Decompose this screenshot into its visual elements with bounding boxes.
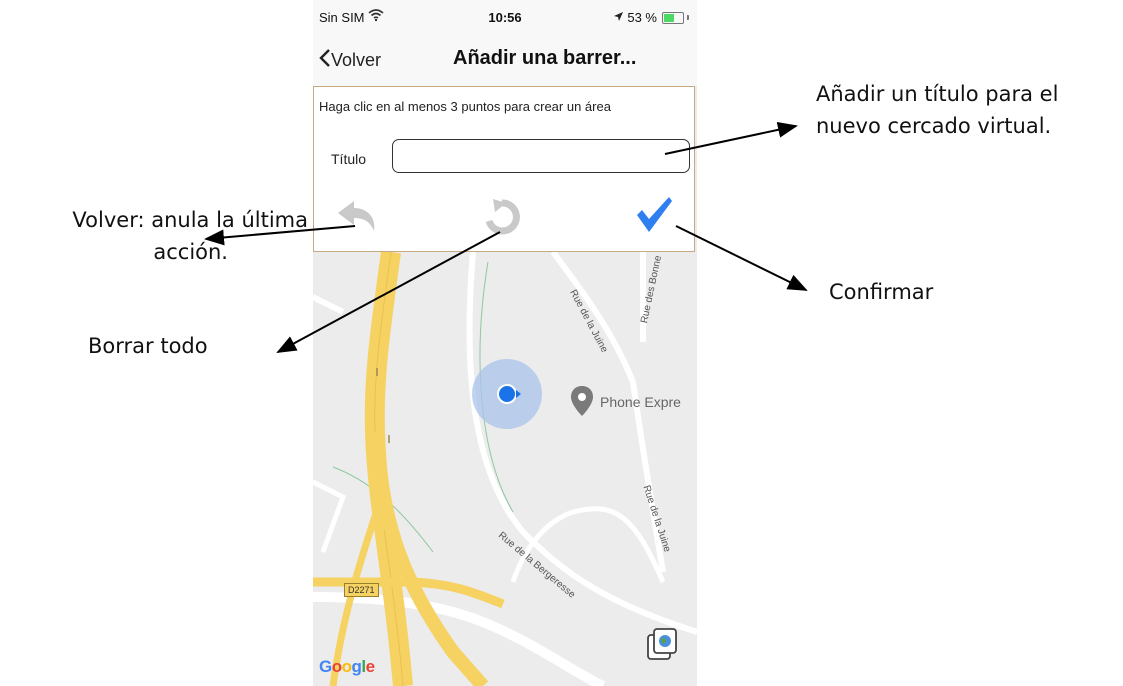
undo-button[interactable] <box>336 199 378 238</box>
title-label: Título <box>331 151 367 167</box>
annotation-add-title: Añadir un título para el nuevo cercado v… <box>816 78 1116 142</box>
map-layers-button[interactable] <box>647 628 677 662</box>
annotation-confirm: Confirmar <box>829 280 934 304</box>
annotation-add-title-line2: nuevo cercado virtual. <box>816 114 1052 138</box>
road-shield: D2271 <box>344 583 379 597</box>
instruction-text: Haga clic en al menos 3 puntos para crea… <box>319 99 611 114</box>
google-logo: Google <box>319 657 375 676</box>
chevron-left-icon <box>319 48 331 73</box>
phone-screen: Sin SIM 10:56 53 % Volver Añadir una bar… <box>313 0 697 686</box>
geofence-panel: Haga clic en al menos 3 puntos para crea… <box>313 86 695 252</box>
battery-icon <box>662 11 684 24</box>
undo-arrow-icon <box>336 201 378 237</box>
location-services-icon <box>613 10 624 25</box>
annotation-clear-all: Borrar todo <box>88 334 208 358</box>
map-pin-icon <box>571 386 593 421</box>
back-button[interactable]: Volver <box>319 46 381 74</box>
reset-circular-arrow-icon <box>482 199 522 241</box>
back-label: Volver <box>331 49 382 70</box>
reset-button[interactable] <box>482 197 522 242</box>
status-bar: Sin SIM 10:56 53 % <box>313 0 697 36</box>
navigation-bar: Volver Añadir una barrer... <box>313 36 697 86</box>
status-right: 53 % <box>613 10 689 25</box>
poi-label: Phone Expre <box>600 394 681 410</box>
annotation-add-title-line1: Añadir un título para el <box>816 82 1059 106</box>
title-input[interactable] <box>392 139 690 173</box>
confirm-button[interactable] <box>634 195 674 240</box>
annotation-undo-line1: Volver: anula la última <box>72 208 308 232</box>
checkmark-icon <box>634 197 674 239</box>
page-title: Añadir una barrer... <box>453 47 637 69</box>
current-location-marker <box>471 358 543 430</box>
map-view[interactable]: Rue de la Juine Rue des Bonne Rue de la … <box>313 250 697 686</box>
annotation-undo-line2: acción. <box>153 240 228 264</box>
map-layers-icon <box>647 628 677 666</box>
annotation-undo: Volver: anula la última acción. <box>8 204 308 268</box>
battery-percentage: 53 % <box>627 10 657 25</box>
